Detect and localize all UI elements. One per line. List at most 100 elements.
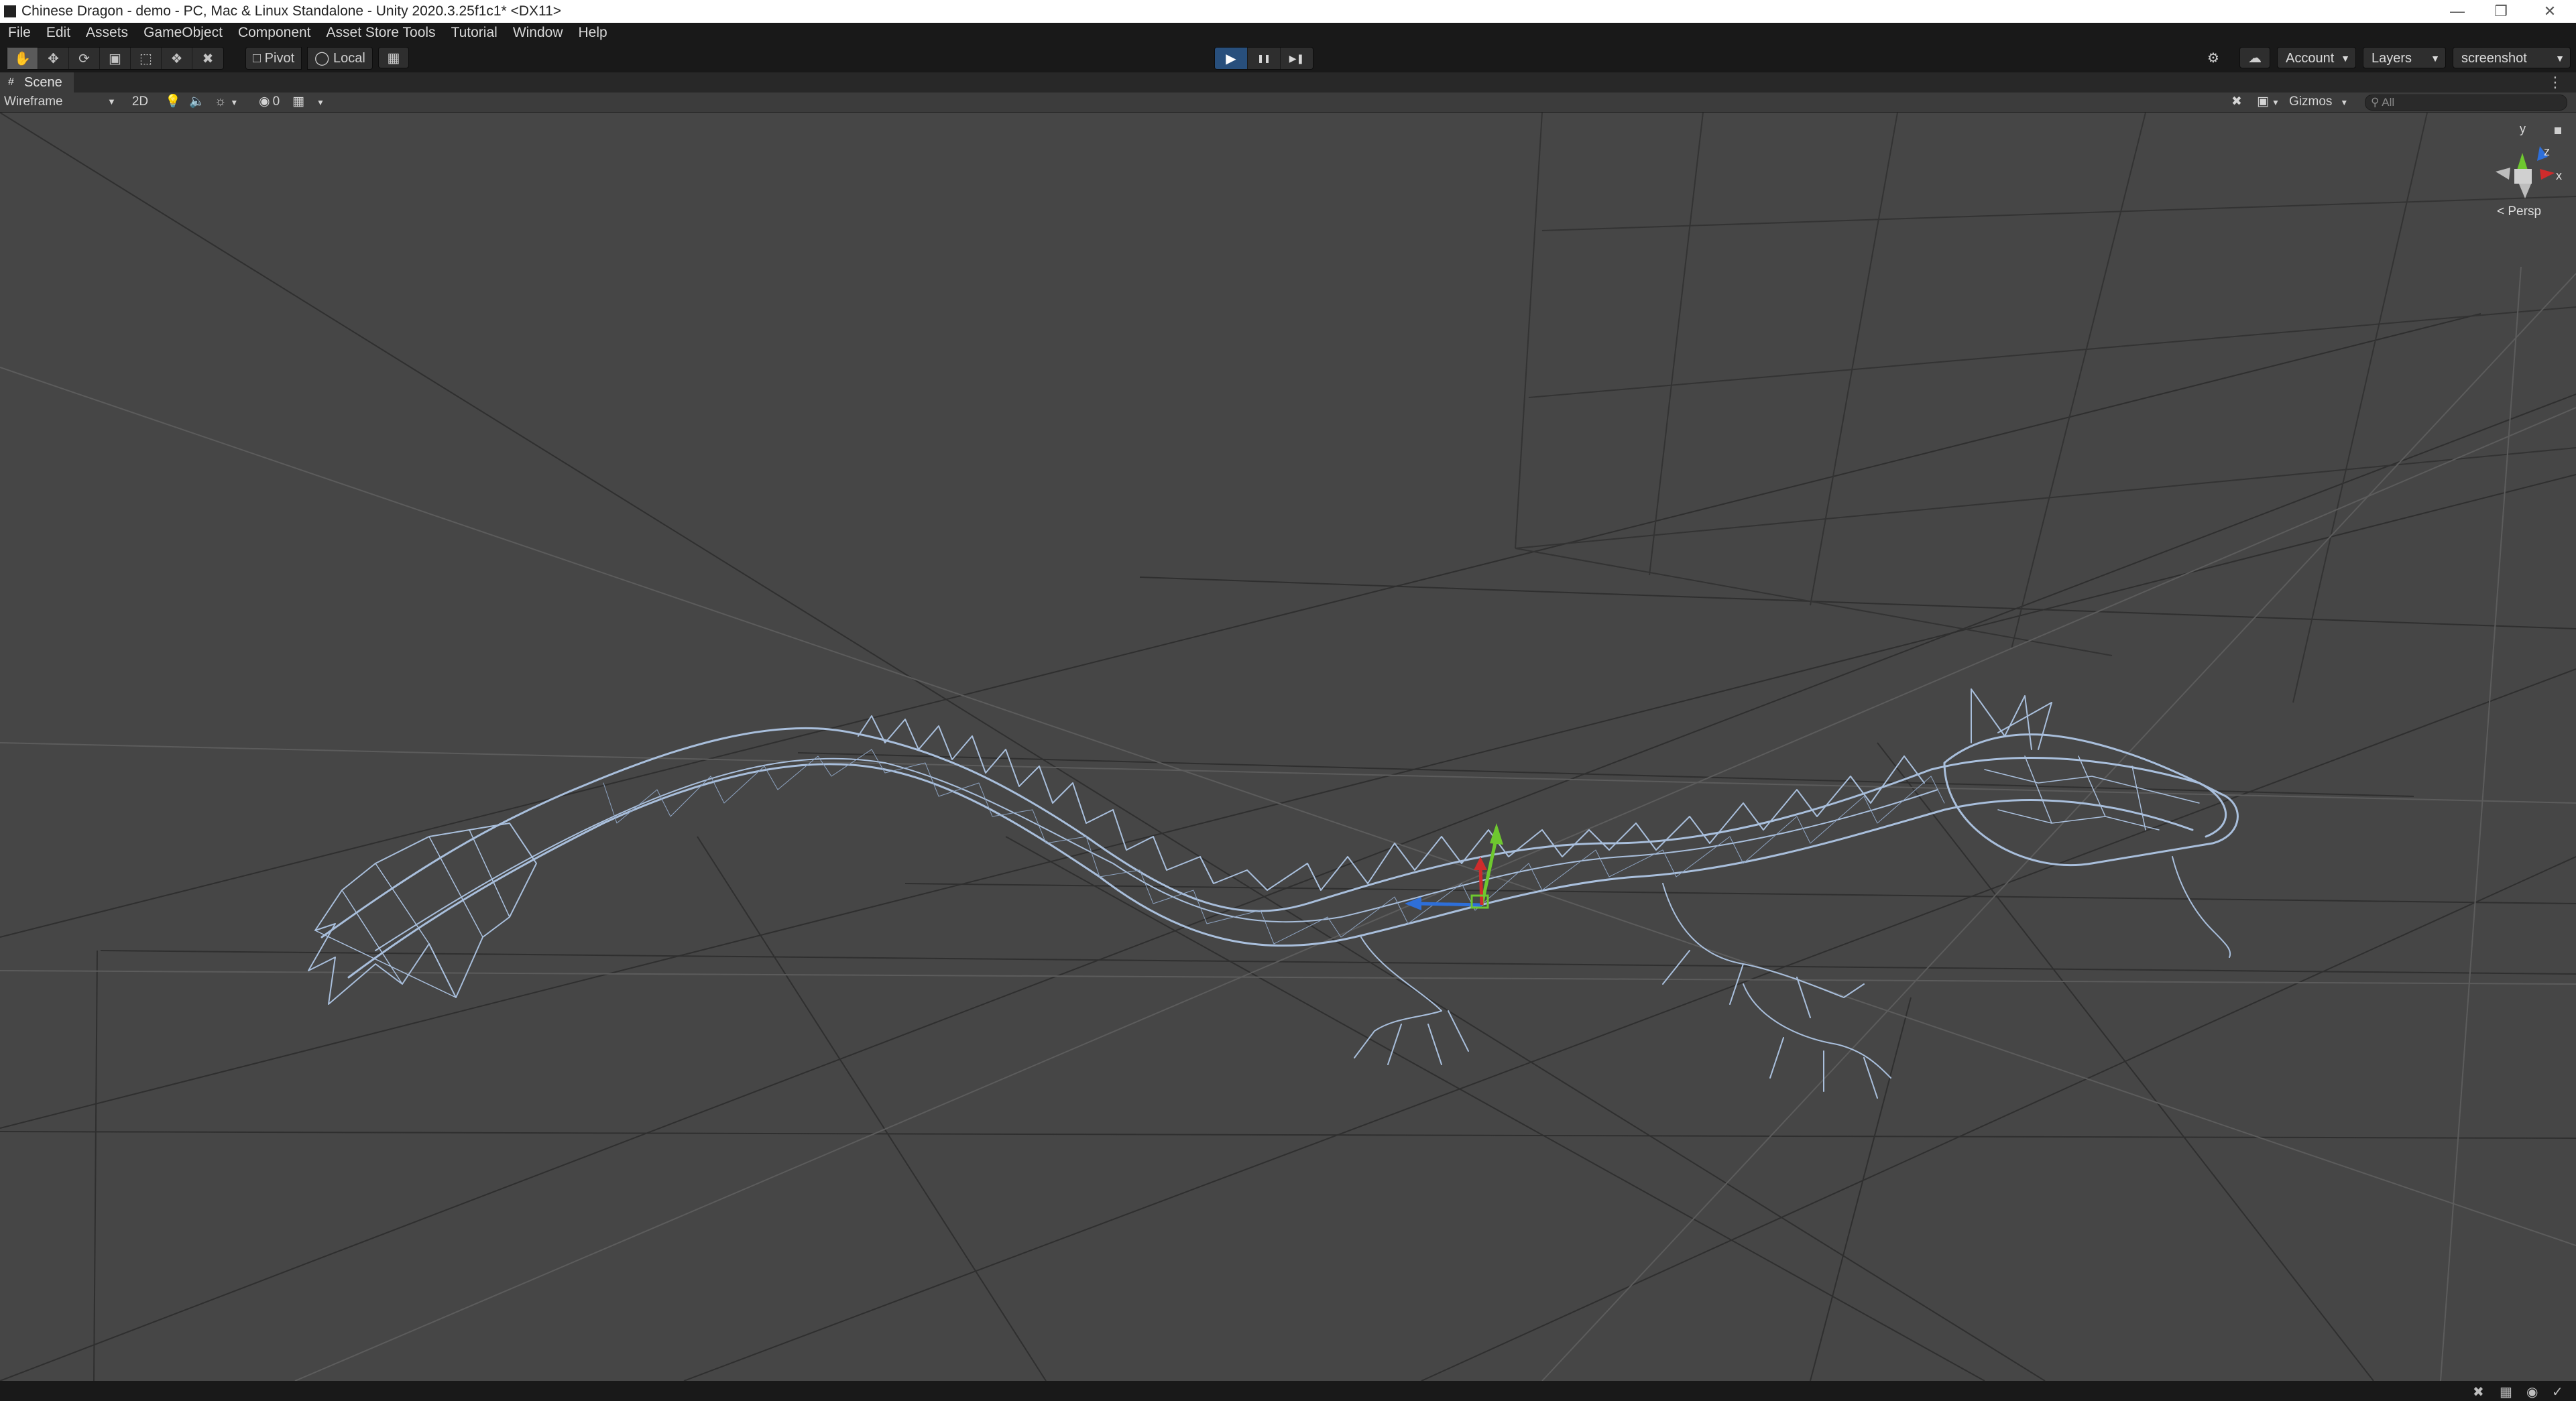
tab-strip: # Scene ⋮ — [0, 72, 2576, 93]
scene-icon: # — [8, 76, 14, 88]
scale-tool-button[interactable]: ▣ — [100, 48, 131, 69]
transform-tools: ✋ ✥ ⟳ ▣ ⬚ ❖ ✖ — [7, 47, 224, 70]
lightbulb-icon: 💡 — [165, 95, 181, 109]
menu-window[interactable]: Window — [505, 23, 571, 43]
search-icon: ⚲ — [2371, 96, 2380, 109]
scene-viewport[interactable]: y z x < Persp — [0, 113, 2576, 1381]
pivot-icon: □ — [253, 51, 261, 66]
floor-grid-minor — [0, 266, 2576, 1381]
tools-icon: ✖ — [202, 51, 214, 66]
pivot-label: Pivot — [264, 51, 295, 66]
collab-button[interactable]: ☁ — [2239, 47, 2270, 68]
chevron-down-icon: ▼ — [2555, 53, 2565, 64]
gizmos-dropdown[interactable]: Gizmos ▼ — [2289, 93, 2353, 111]
step-button[interactable]: ▶❚ — [1281, 48, 1313, 69]
minimize-button[interactable]: — — [2441, 0, 2474, 23]
gizmo-y-label: y — [2520, 122, 2526, 135]
local-icon: ◯ — [314, 51, 330, 66]
lock-icon[interactable] — [2555, 127, 2561, 134]
grid-snap-icon: ▦ — [387, 50, 400, 66]
chevron-down-icon: ▼ — [2431, 53, 2440, 64]
menu-file[interactable]: File — [0, 23, 38, 43]
hand-tool-button[interactable]: ✋ — [7, 48, 38, 69]
progress-icon[interactable]: ▦ — [2500, 1384, 2512, 1400]
transform-tool-button[interactable]: ❖ — [162, 48, 192, 69]
audio-toggle[interactable]: 🔈 — [189, 93, 205, 111]
wall-grid — [1515, 113, 2576, 703]
gizmo-x-label: x — [2556, 169, 2562, 182]
hidden-objects-toggle[interactable]: ◉ 0 — [259, 93, 292, 111]
chevron-down-icon: ▼ — [2341, 53, 2350, 64]
cloud-icon: ☁ — [2248, 50, 2262, 66]
menu-edit[interactable]: Edit — [38, 23, 78, 43]
search-placeholder: All — [2382, 96, 2395, 109]
close-button[interactable]: ✕ — [2533, 0, 2567, 23]
transform-icon: ❖ — [170, 51, 183, 66]
pause-button[interactable]: ❚❚ — [1248, 48, 1281, 69]
menu-bar: File Edit Assets GameObject Component Asset S… — [0, 23, 2576, 43]
lighting-toggle[interactable]: 💡 — [165, 93, 181, 111]
layers-label: Layers — [2372, 51, 2412, 66]
2d-label: 2D — [131, 95, 149, 109]
effects-dropdown[interactable]: ☼ ▼ — [215, 93, 244, 111]
local-toggle[interactable]: ◯ Local — [307, 47, 373, 70]
gear-icon: ⚙ — [2207, 50, 2219, 66]
menu-asset-store-tools[interactable]: Asset Store Tools — [318, 23, 443, 43]
cache-icon[interactable]: ◉ — [2526, 1384, 2538, 1400]
chevron-down-icon: ▼ — [230, 98, 239, 107]
rotate-tool-button[interactable]: ⟳ — [69, 48, 100, 69]
chevron-down-icon: ▼ — [107, 97, 116, 107]
hidden-count: 0 — [272, 95, 280, 109]
menu-assets[interactable]: Assets — [78, 23, 135, 43]
play-icon: ▶ — [1226, 51, 1236, 66]
persp-toggle[interactable]: < Persp — [2497, 204, 2541, 219]
2d-toggle[interactable]: 2D — [129, 93, 152, 111]
pause-icon: ❚❚ — [1256, 54, 1271, 63]
menu-component[interactable]: Component — [230, 23, 318, 43]
menu-gameobject[interactable]: GameObject — [135, 23, 230, 43]
debug-icon[interactable]: ✖ — [2473, 1384, 2484, 1400]
unity-app-icon — [4, 5, 16, 17]
play-controls: ▶ ❚❚ ▶❚ — [1214, 47, 1313, 70]
rotate-icon: ⟳ — [78, 51, 90, 66]
menu-help[interactable]: Help — [571, 23, 615, 43]
play-button[interactable]: ▶ — [1215, 48, 1248, 69]
maximize-button[interactable]: ❐ — [2484, 0, 2518, 23]
step-icon: ▶❚ — [1289, 52, 1305, 64]
chevron-down-icon: ▼ — [2340, 98, 2349, 107]
move-icon: ✥ — [48, 51, 59, 66]
layout-label: screenshot — [2461, 51, 2527, 66]
window-title-bar: Chinese Dragon - demo - PC, Mac & Linux … — [0, 0, 2576, 23]
camera-icon: ▣ — [2257, 95, 2269, 109]
account-dropdown[interactable]: Account ▼ — [2277, 47, 2356, 68]
draw-mode-dropdown[interactable]: Wireframe ▼ — [4, 93, 118, 111]
pivot-toggle[interactable]: □ Pivot — [245, 47, 302, 70]
layout-dropdown[interactable]: screenshot ▼ — [2453, 47, 2571, 68]
chevron-down-icon: ▼ — [2271, 98, 2280, 107]
tools-toggle[interactable]: ✖ — [2231, 93, 2246, 111]
speaker-icon: 🔈 — [189, 95, 205, 109]
menu-tutorial[interactable]: Tutorial — [443, 23, 505, 43]
gizmo-z-label: z — [2544, 145, 2550, 158]
floor-grid-major — [0, 113, 2576, 1381]
check-icon[interactable]: ✓ — [2552, 1384, 2563, 1400]
draw-mode-label: Wireframe — [4, 95, 63, 109]
custom-tool-button[interactable]: ✖ — [192, 48, 223, 69]
window-title: Chinese Dragon - demo - PC, Mac & Linux … — [21, 3, 562, 19]
hand-icon: ✋ — [14, 51, 31, 66]
scene-search-input[interactable]: ⚲ All — [2365, 95, 2567, 111]
grid-snap-button[interactable]: ▦ — [378, 47, 409, 68]
eye-slash-icon: ◉ — [259, 95, 270, 109]
services-button[interactable]: ⚙ — [2198, 47, 2229, 68]
scene-tab-label: Scene — [24, 75, 62, 90]
tab-scene[interactable]: # Scene — [0, 72, 74, 93]
layers-dropdown[interactable]: Layers ▼ — [2363, 47, 2446, 68]
tab-menu-icon[interactable]: ⋮ — [2548, 72, 2563, 93]
scene-camera-dropdown[interactable]: ▦ ▼ — [292, 93, 330, 111]
rect-tool-button[interactable]: ⬚ — [131, 48, 162, 69]
tools-icon: ✖ — [2231, 95, 2242, 109]
move-tool-button[interactable]: ✥ — [38, 48, 69, 69]
camera-dropdown[interactable]: ▣ ▼ — [2257, 93, 2284, 111]
orientation-gizmo[interactable]: y z x — [2496, 122, 2562, 198]
chevron-down-icon: ▼ — [316, 98, 325, 107]
